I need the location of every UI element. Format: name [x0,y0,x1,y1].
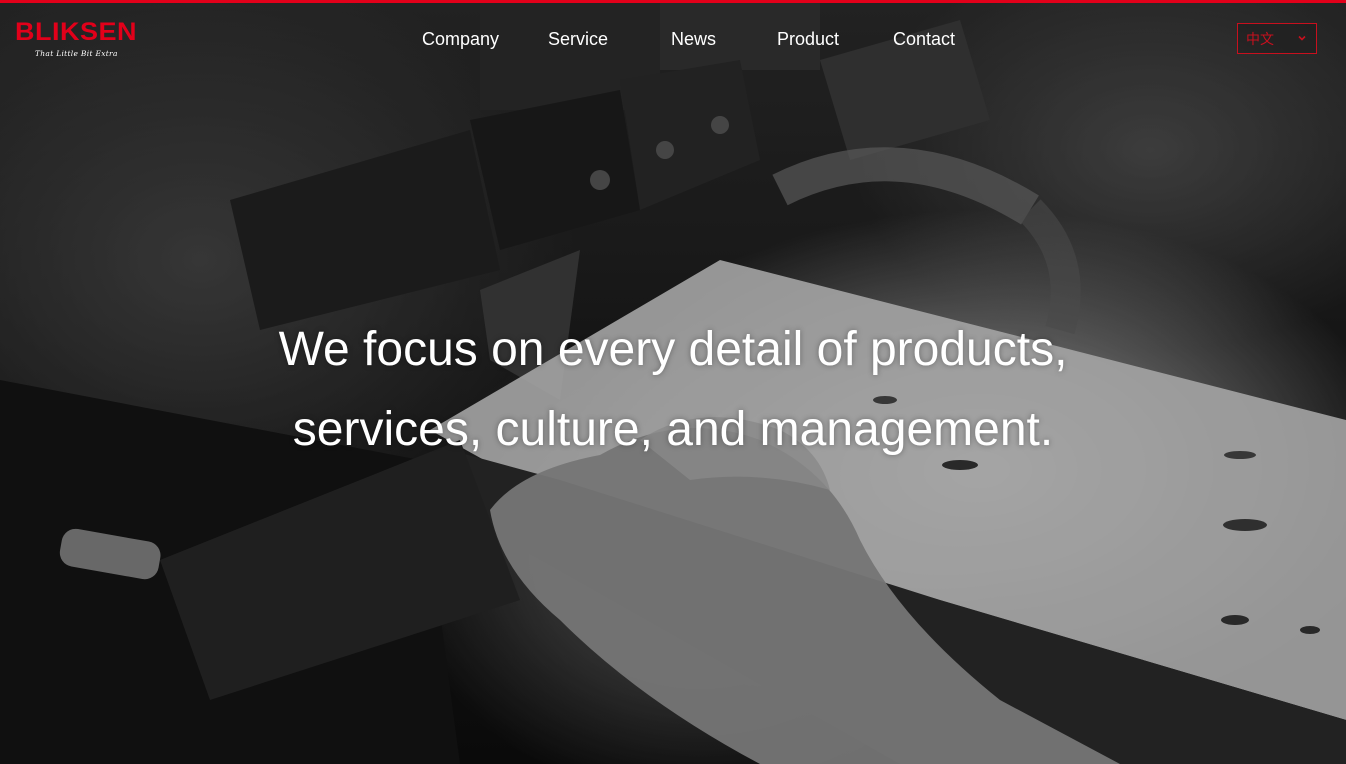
brand-tagline: That Little Bit Extra [35,49,118,58]
nav-item-company[interactable]: Company [422,27,499,51]
nav-item-service[interactable]: Service [548,27,608,51]
site-header: BLIKSEN That Little Bit Extra Company Se… [0,3,1346,75]
brand-logo-wordmark: BLIKSEN [15,18,138,46]
nav-item-news[interactable]: News [671,27,716,51]
nav-item-contact[interactable]: Contact [893,27,955,51]
nav-item-product[interactable]: Product [777,27,839,51]
chevron-down-icon [1298,35,1306,41]
hero-headline-line-2: services, culture, and management. [292,403,1054,456]
language-select[interactable]: 中文 [1237,23,1317,54]
top-accent-bar [0,0,1346,3]
hero-headline: We focus on every detail of products, se… [0,310,1346,470]
brand-logo[interactable]: BLIKSEN That Little Bit Extra [15,19,155,61]
hero-headline-line-1: We focus on every detail of products, [278,323,1068,376]
language-selected-value: 中文 [1246,31,1274,47]
